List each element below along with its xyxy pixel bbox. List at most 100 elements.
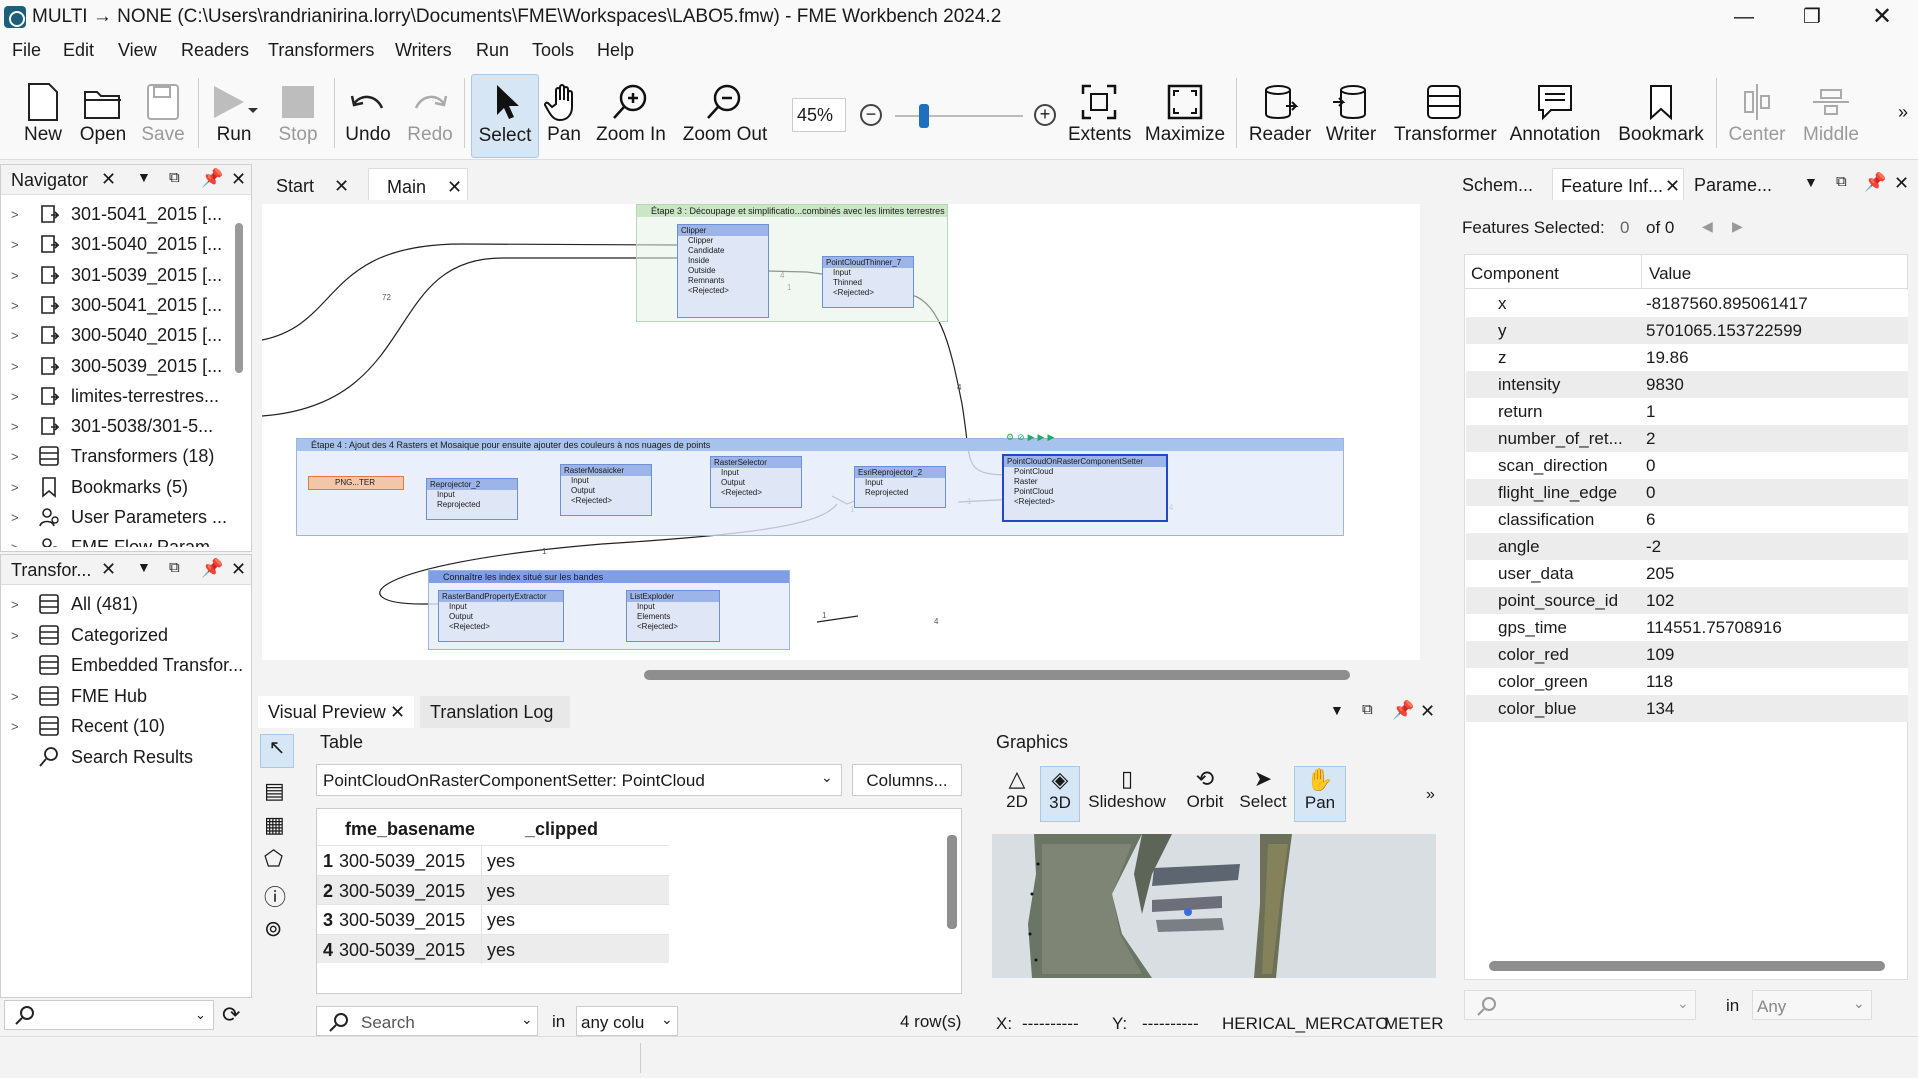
middle-align-button[interactable]: Middle bbox=[1798, 74, 1864, 158]
add-writer-button[interactable]: Writer bbox=[1320, 74, 1382, 158]
open-button[interactable]: Open bbox=[74, 74, 132, 158]
workspace-canvas[interactable]: 72 4 1 4 4 1 1 1 4 1 1 4 Étape 3 : Décou… bbox=[262, 204, 1420, 660]
close-icon[interactable]: ✕ bbox=[1665, 176, 1680, 197]
column-filter-select[interactable]: any colu ⌄ bbox=[576, 1006, 678, 1036]
menu-edit[interactable]: Edit bbox=[63, 40, 94, 61]
menu-writers[interactable]: Writers bbox=[395, 40, 452, 61]
close-icon[interactable]: ✕ bbox=[390, 702, 405, 723]
chevron-right-icon[interactable]: > bbox=[11, 268, 19, 283]
chevron-right-icon[interactable]: > bbox=[11, 597, 19, 612]
float-icon[interactable]: ⧉ bbox=[1836, 173, 1847, 190]
menu-file[interactable]: File bbox=[12, 40, 41, 61]
pan-tool-button[interactable]: Pan bbox=[542, 74, 586, 158]
feature-attribute-row[interactable]: y 5701065.153722599 bbox=[1466, 317, 1908, 344]
panel-layout-icon[interactable]: ▤ bbox=[264, 778, 285, 804]
refresh-icon[interactable]: ⟳ bbox=[222, 1002, 240, 1028]
menu-readers[interactable]: Readers bbox=[181, 40, 249, 61]
feature-attribute-row[interactable]: intensity 9830 bbox=[1466, 371, 1908, 398]
zoom-in-button[interactable]: Zoom In bbox=[596, 74, 666, 158]
graphics-overflow-button[interactable]: » bbox=[1426, 786, 1435, 804]
close-icon[interactable]: ✕ bbox=[101, 559, 116, 580]
feature-attribute-row[interactable]: number_of_ret... 2 bbox=[1466, 425, 1908, 452]
table-row[interactable]: 2 300-5039_2015 yes bbox=[317, 874, 669, 905]
close-icon[interactable]: ✕ bbox=[1420, 701, 1435, 722]
feature-type-select[interactable]: PointCloudOnRasterComponentSetter: Point… bbox=[316, 764, 842, 796]
zoom-plus-icon[interactable]: + bbox=[1034, 104, 1056, 126]
pin-icon[interactable]: 📌 bbox=[1864, 172, 1886, 193]
close-icon[interactable]: ✕ bbox=[1894, 173, 1909, 194]
column-header[interactable]: fme_basename bbox=[345, 819, 475, 840]
png-reader-feature-type[interactable]: PNG...TER bbox=[308, 476, 404, 490]
tab-start[interactable]: Start ✕ bbox=[262, 168, 362, 200]
canvas-horizontal-scrollbar[interactable] bbox=[644, 670, 1350, 680]
add-reader-button[interactable]: Reader bbox=[1248, 74, 1312, 158]
scrollbar[interactable] bbox=[235, 223, 243, 373]
chevron-right-icon[interactable]: > bbox=[11, 480, 19, 495]
chevron-right-icon[interactable]: > bbox=[11, 540, 19, 547]
menu-run[interactable]: Run bbox=[476, 40, 509, 61]
slideshow-button[interactable]: ▯ Slideshow bbox=[1084, 766, 1170, 812]
dropdown-icon[interactable]: ▼ bbox=[1804, 174, 1818, 190]
float-icon[interactable]: ⧉ bbox=[169, 559, 180, 576]
close-icon[interactable]: ✕ bbox=[101, 169, 116, 190]
new-button[interactable]: New bbox=[14, 74, 72, 158]
chevron-right-icon[interactable]: > bbox=[11, 298, 19, 313]
chevron-right-icon[interactable]: > bbox=[11, 359, 19, 374]
add-annotation-button[interactable]: Annotation bbox=[1508, 74, 1602, 158]
raster-selector-transformer[interactable]: RasterSelector Input Output <Rejected> bbox=[710, 456, 802, 508]
zoom-minus-icon[interactable]: − bbox=[860, 104, 882, 126]
dropdown-icon[interactable]: ▼ bbox=[1330, 702, 1344, 718]
table-row[interactable]: 4 300-5039_2015 yes bbox=[317, 933, 669, 964]
close-icon[interactable]: ✕ bbox=[231, 559, 246, 580]
extents-button[interactable]: Extents bbox=[1068, 74, 1131, 158]
close-button[interactable]: ✕ bbox=[1852, 2, 1912, 32]
chevron-right-icon[interactable]: > bbox=[11, 719, 19, 734]
feature-attribute-row[interactable]: classification 6 bbox=[1466, 506, 1908, 533]
inspect-icon[interactable]: ⊚ bbox=[264, 916, 282, 942]
minimize-button[interactable]: — bbox=[1714, 2, 1774, 32]
graphics-pan-button[interactable]: ✋ Pan bbox=[1294, 766, 1346, 822]
chevron-right-icon[interactable]: > bbox=[11, 628, 19, 643]
feature-attribute-row[interactable]: color_blue 134 bbox=[1466, 695, 1908, 722]
data-table[interactable]: fme_basename _clipped 1 300-5039_2015 yes 2… bbox=[316, 808, 962, 994]
tab-main[interactable]: Main ✕ bbox=[368, 168, 468, 200]
zoom-level-field[interactable]: 45% bbox=[792, 98, 846, 132]
undo-button[interactable]: Undo bbox=[340, 74, 396, 158]
orbit-button[interactable]: ⟲ Orbit bbox=[1180, 766, 1230, 812]
pin-icon[interactable]: 📌 bbox=[201, 558, 223, 579]
select-cursor-icon[interactable]: ↖ bbox=[260, 734, 294, 768]
inspector-filter-select[interactable]: Any ⌄ bbox=[1752, 990, 1872, 1020]
zoom-slider-track[interactable] bbox=[895, 115, 1023, 117]
chevron-right-icon[interactable]: > bbox=[11, 389, 19, 404]
pointcloud-on-raster-component-setter[interactable]: PointCloudOnRasterComponentSetter PointC… bbox=[1002, 454, 1168, 522]
raster-band-property-extractor[interactable]: RasterBandPropertyExtractor Input Output… bbox=[438, 590, 564, 642]
list-exploder-transformer[interactable]: ListExploder Input Elements <Rejected> bbox=[626, 590, 720, 642]
table-view-icon[interactable]: ▦ bbox=[264, 812, 285, 838]
chevron-right-icon[interactable]: > bbox=[11, 328, 19, 343]
table-row[interactable]: 1 300-5039_2015 yes bbox=[317, 845, 669, 875]
float-icon[interactable]: ⧉ bbox=[1362, 701, 1373, 718]
feature-attribute-row[interactable]: flight_line_edge 0 bbox=[1466, 479, 1908, 506]
feature-attribute-row[interactable]: color_green 118 bbox=[1466, 668, 1908, 695]
pointcloud-thinner-transformer[interactable]: PointCloudThinner_7 Input Thinned <Rejec… bbox=[822, 256, 914, 308]
add-transformer-button[interactable]: Transformer bbox=[1394, 74, 1497, 158]
pin-icon[interactable]: 📌 bbox=[1392, 700, 1414, 721]
chevron-down-icon[interactable]: ⌄ bbox=[195, 1007, 206, 1023]
menu-help[interactable]: Help bbox=[597, 40, 634, 61]
scrollbar[interactable] bbox=[1489, 961, 1885, 971]
feature-attribute-row[interactable]: user_data 205 bbox=[1466, 560, 1908, 587]
graphics-select-button[interactable]: ➤ Select bbox=[1236, 766, 1290, 812]
tab-translation-log[interactable]: Translation Log bbox=[420, 696, 570, 728]
restore-button[interactable]: ❐ bbox=[1782, 2, 1842, 32]
toolbar-overflow-button[interactable]: » bbox=[1898, 102, 1908, 123]
stop-button[interactable]: Stop bbox=[270, 74, 326, 158]
view-2d-button[interactable]: △ 2D bbox=[1000, 766, 1034, 812]
chevron-right-icon[interactable]: > bbox=[11, 237, 19, 252]
geometry-icon[interactable]: ⬠ bbox=[264, 846, 283, 872]
feature-attribute-row[interactable]: gps_time 114551.75708916 bbox=[1466, 614, 1908, 641]
next-feature-icon[interactable]: ▶ bbox=[1732, 218, 1743, 235]
pin-icon[interactable]: 📌 bbox=[201, 168, 223, 189]
close-icon[interactable]: ✕ bbox=[231, 169, 246, 190]
chevron-right-icon[interactable]: > bbox=[11, 449, 19, 464]
save-button[interactable]: Save bbox=[134, 74, 192, 158]
